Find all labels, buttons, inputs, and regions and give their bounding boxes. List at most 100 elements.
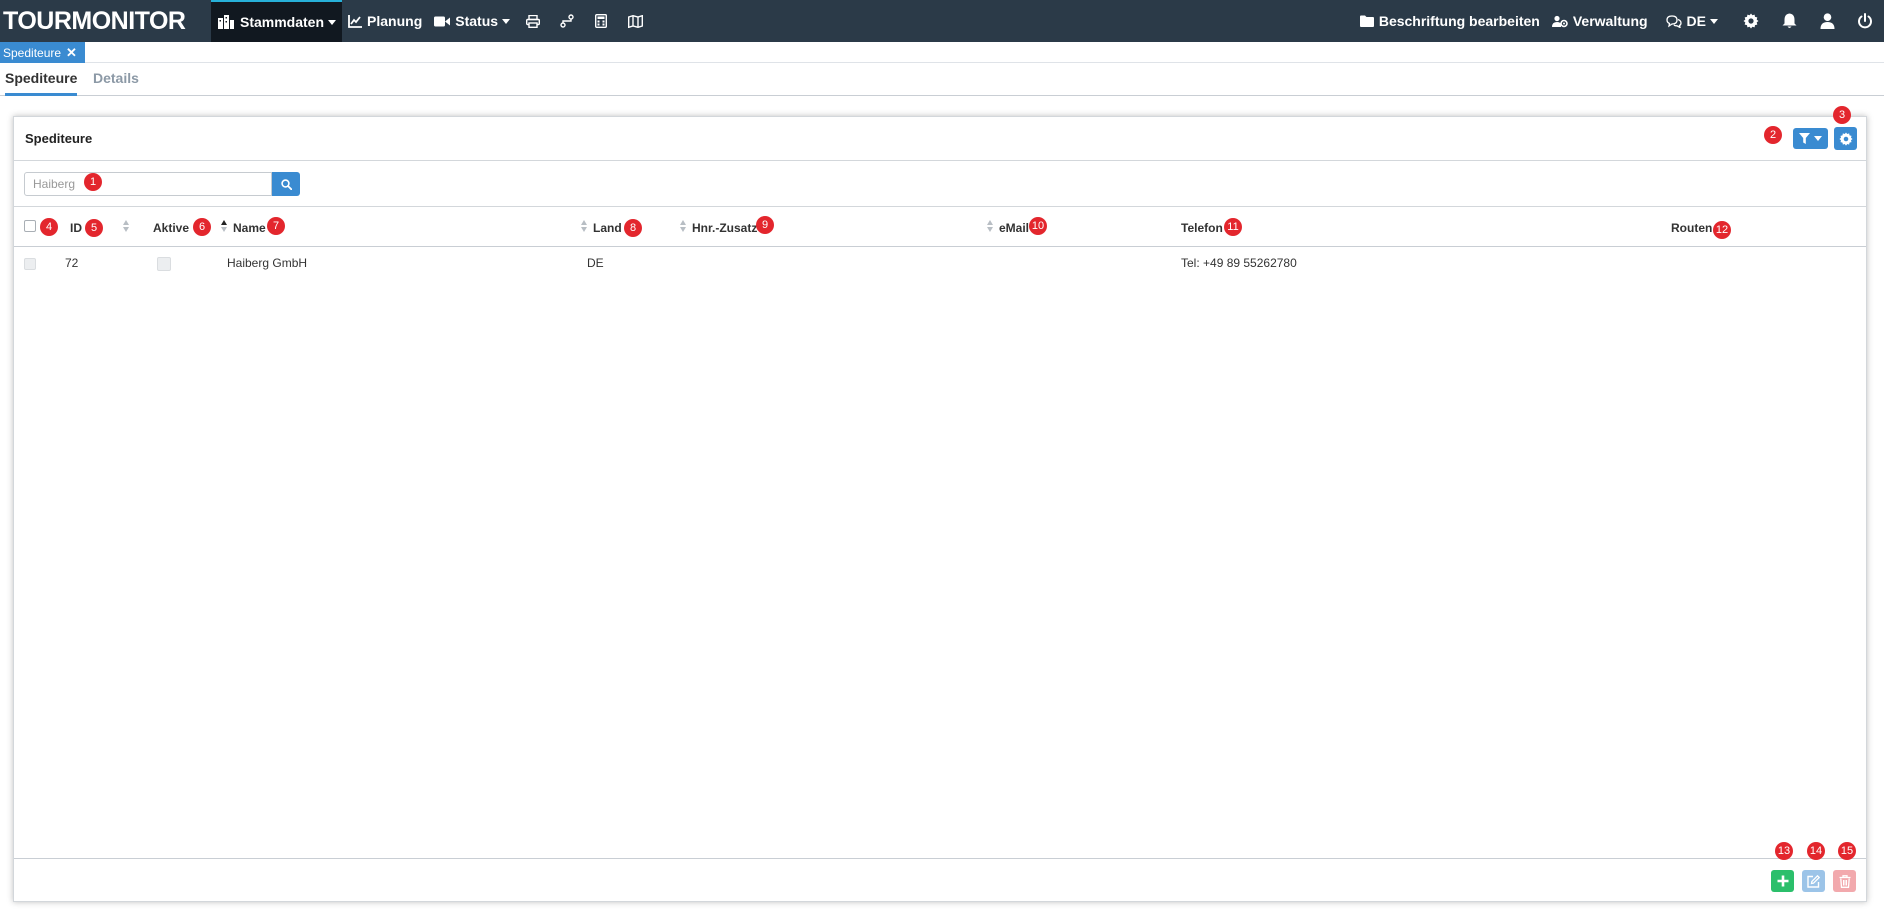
spediteure-panel: Spediteure ID Aktive Name Land Hnr.-Zusa… xyxy=(13,116,1867,902)
cell-land: DE xyxy=(587,256,604,270)
sort-land-icon[interactable] xyxy=(581,220,588,232)
settings-button[interactable] xyxy=(1732,0,1770,42)
panel-title: Spediteure xyxy=(25,131,93,146)
annotation-badge: 14 xyxy=(1807,842,1825,860)
search-row xyxy=(14,161,1866,207)
filter-icon xyxy=(1799,133,1810,144)
annotation-badge: 13 xyxy=(1775,842,1793,860)
subtabs: Spediteure Details xyxy=(0,64,1884,96)
select-all-checkbox[interactable] xyxy=(24,220,36,232)
cell-aktive-checkbox xyxy=(157,257,171,271)
nav-beschriftung-label: Beschriftung bearbeiten xyxy=(1378,13,1540,29)
print-button[interactable] xyxy=(516,0,550,42)
comments-icon xyxy=(1665,14,1682,28)
annotation-badge: 11 xyxy=(1224,218,1242,236)
users-cog-icon xyxy=(1551,15,1568,27)
map-button[interactable] xyxy=(618,0,652,42)
annotation-badge: 15 xyxy=(1838,842,1856,860)
annotation-badge: 6 xyxy=(193,218,211,236)
row-checkbox xyxy=(24,258,36,270)
nav-planung-label: Planung xyxy=(367,13,423,29)
open-tab-label: Spediteure xyxy=(3,45,62,60)
nav-stammdaten-label: Stammdaten xyxy=(240,14,325,30)
calculator-button[interactable] xyxy=(584,0,618,42)
sort-name-icon[interactable] xyxy=(221,220,228,232)
header-aktive[interactable]: Aktive xyxy=(153,221,189,235)
chevron-down-icon xyxy=(1710,18,1718,24)
table-header: ID Aktive Name Land Hnr.-Zusatz eMail Te… xyxy=(14,207,1866,247)
panel-settings-button[interactable] xyxy=(1834,127,1857,150)
header-email[interactable]: eMail xyxy=(999,221,1029,235)
print-icon xyxy=(526,14,541,28)
building-icon xyxy=(218,15,234,29)
nav-verwaltung[interactable]: Verwaltung xyxy=(1546,0,1654,42)
add-button[interactable] xyxy=(1771,870,1794,892)
map-icon xyxy=(627,14,643,28)
cell-telefon: Tel: +49 89 55262780 xyxy=(1181,256,1297,270)
annotation-badge: 2 xyxy=(1764,126,1782,144)
search-button[interactable] xyxy=(272,172,300,196)
annotation-badge: 1 xyxy=(84,173,102,191)
nav-beschriftung[interactable]: Beschriftung bearbeiten xyxy=(1354,0,1546,42)
annotation-badge: 8 xyxy=(624,219,642,237)
panel-header: Spediteure xyxy=(14,117,1866,161)
tab-spediteure[interactable]: Spediteure xyxy=(5,70,78,96)
language-selector[interactable]: DE xyxy=(1660,0,1724,42)
cell-name: Haiberg GmbH xyxy=(227,256,308,270)
nav-status[interactable]: Status xyxy=(428,0,516,42)
user-button[interactable] xyxy=(1808,0,1846,42)
gear-icon xyxy=(1743,13,1759,29)
notifications-button[interactable] xyxy=(1770,0,1808,42)
sort-hnr-icon[interactable] xyxy=(680,220,687,232)
language-label: DE xyxy=(1686,13,1706,29)
user-icon xyxy=(1820,13,1834,29)
search-icon xyxy=(280,178,292,190)
header-telefon[interactable]: Telefon xyxy=(1181,221,1223,235)
annotation-badge: 9 xyxy=(756,216,774,234)
header-routen[interactable]: Routen xyxy=(1671,221,1712,235)
header-name[interactable]: Name xyxy=(233,221,266,235)
open-tab-spediteure[interactable]: Spediteure ✕ xyxy=(0,42,85,63)
annotation-badge: 4 xyxy=(40,218,58,236)
bell-icon xyxy=(1782,13,1796,28)
folder-icon xyxy=(1359,15,1374,27)
search-input[interactable] xyxy=(24,172,272,196)
annotation-badge: 10 xyxy=(1029,217,1047,235)
video-camera-icon xyxy=(434,16,451,26)
nav-planung[interactable]: Planung xyxy=(342,0,428,42)
header-hnr-zusatz[interactable]: Hnr.-Zusatz xyxy=(692,221,757,235)
close-icon[interactable]: ✕ xyxy=(66,45,77,61)
chevron-down-icon xyxy=(328,19,337,25)
logout-button[interactable] xyxy=(1846,0,1884,42)
header-id[interactable]: ID xyxy=(70,221,82,235)
annotation-badge: 5 xyxy=(85,219,103,237)
route-button[interactable] xyxy=(550,0,584,42)
header-land[interactable]: Land xyxy=(593,221,622,235)
sort-email-icon[interactable] xyxy=(987,220,994,232)
edit-button[interactable] xyxy=(1802,870,1825,892)
gear-icon xyxy=(1838,131,1853,146)
chart-icon xyxy=(348,14,363,28)
nav-stammdaten[interactable]: Stammdaten xyxy=(211,0,343,42)
app-logo[interactable]: TOURMONITOR xyxy=(0,7,211,36)
power-icon xyxy=(1858,13,1872,29)
chevron-down-icon xyxy=(502,18,511,24)
route-icon xyxy=(560,14,574,28)
edit-icon xyxy=(1807,874,1820,888)
filter-dropdown-button[interactable] xyxy=(1793,128,1828,149)
annotation-badge: 7 xyxy=(267,217,285,235)
top-navbar: TOURMONITOR Stammdaten Planung Status Be… xyxy=(0,0,1884,42)
trash-icon xyxy=(1839,874,1850,888)
delete-button[interactable] xyxy=(1833,870,1856,892)
annotation-badge: 3 xyxy=(1833,106,1851,124)
annotation-badge: 12 xyxy=(1713,221,1731,239)
tab-details[interactable]: Details xyxy=(93,70,139,96)
plus-icon xyxy=(1777,875,1788,887)
nav-verwaltung-label: Verwaltung xyxy=(1572,13,1648,29)
calculator-icon xyxy=(595,14,608,28)
nav-status-label: Status xyxy=(455,13,499,29)
sort-aktive-icon[interactable] xyxy=(123,220,130,232)
panel-footer xyxy=(14,858,1866,902)
open-tabs-bar: Spediteure ✕ xyxy=(0,42,1884,63)
chevron-down-icon xyxy=(1814,136,1822,141)
